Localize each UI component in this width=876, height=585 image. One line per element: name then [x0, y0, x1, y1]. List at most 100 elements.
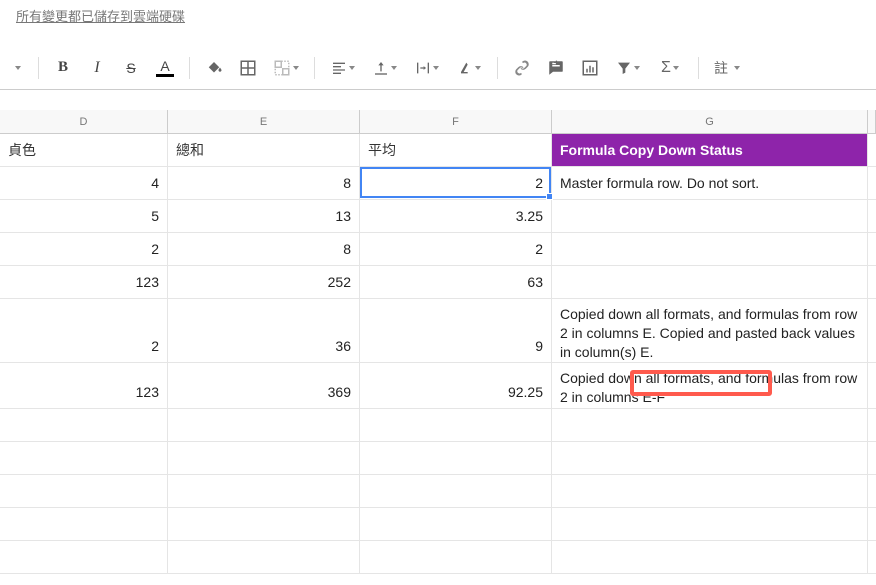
insert-comment-button[interactable]: [540, 52, 572, 84]
table-row: [0, 409, 876, 442]
cell[interactable]: [360, 475, 552, 507]
col-header-d[interactable]: D: [0, 110, 168, 133]
cell[interactable]: [360, 508, 552, 540]
cell[interactable]: 123: [0, 266, 168, 298]
toolbar-separator: [314, 57, 315, 79]
cell[interactable]: [552, 475, 868, 507]
zoom-dropdown[interactable]: [4, 52, 30, 84]
cell[interactable]: [868, 233, 876, 265]
table-row: 123 252 63: [0, 266, 876, 299]
cell[interactable]: 369: [168, 363, 360, 408]
fill-color-button[interactable]: [198, 52, 230, 84]
cell[interactable]: 9: [360, 299, 552, 362]
cell[interactable]: 92.25: [360, 363, 552, 408]
cell[interactable]: 252: [168, 266, 360, 298]
toolbar-separator: [189, 57, 190, 79]
cell[interactable]: [868, 508, 876, 540]
cell[interactable]: [552, 541, 868, 573]
table-row: [0, 508, 876, 541]
cell[interactable]: 5: [0, 200, 168, 232]
cell[interactable]: 36: [168, 299, 360, 362]
functions-button[interactable]: Σ: [650, 52, 690, 84]
cell[interactable]: [868, 442, 876, 474]
toolbar: B I S A Σ: [0, 46, 876, 90]
cell[interactable]: 2: [0, 233, 168, 265]
toolbar-separator: [497, 57, 498, 79]
cell[interactable]: 總和: [168, 134, 360, 166]
cell[interactable]: [868, 266, 876, 298]
col-header-e[interactable]: E: [168, 110, 360, 133]
cell[interactable]: [0, 508, 168, 540]
cell[interactable]: [552, 266, 868, 298]
cell[interactable]: Copied down all formats, and formulas fr…: [552, 299, 868, 362]
text-wrap-button[interactable]: [407, 52, 447, 84]
italic-button[interactable]: I: [81, 52, 113, 84]
cell[interactable]: [868, 475, 876, 507]
cell[interactable]: [168, 409, 360, 441]
cell[interactable]: [0, 442, 168, 474]
save-status-link[interactable]: 所有變更都已儲存到雲端硬碟: [16, 6, 185, 25]
cell[interactable]: 2: [0, 299, 168, 362]
cell[interactable]: 3.25: [360, 200, 552, 232]
cell[interactable]: 貞色: [0, 134, 168, 166]
bold-button[interactable]: B: [47, 52, 79, 84]
cell-f2[interactable]: 2: [360, 167, 552, 199]
cell[interactable]: [168, 508, 360, 540]
cell[interactable]: [552, 233, 868, 265]
cell[interactable]: 13: [168, 200, 360, 232]
cell[interactable]: [552, 200, 868, 232]
cell[interactable]: [552, 442, 868, 474]
cell[interactable]: [168, 442, 360, 474]
text-rotation-button[interactable]: [449, 52, 489, 84]
cell[interactable]: [360, 442, 552, 474]
note-label: 註: [714, 58, 728, 78]
vertical-align-button[interactable]: [365, 52, 405, 84]
status-header-cell[interactable]: Formula Copy Down Status: [552, 134, 868, 166]
table-row: 123 369 92.25 Copied down all formats, a…: [0, 363, 876, 409]
cell[interactable]: 2: [360, 233, 552, 265]
cell[interactable]: Master formula row. Do not sort.: [552, 167, 868, 199]
cell[interactable]: [868, 541, 876, 573]
cell[interactable]: [868, 299, 876, 362]
cell[interactable]: [0, 541, 168, 573]
cell[interactable]: [868, 363, 876, 408]
merge-cells-button[interactable]: [266, 52, 306, 84]
cell[interactable]: 8: [168, 233, 360, 265]
cell[interactable]: 4: [0, 167, 168, 199]
cell[interactable]: [168, 475, 360, 507]
cell[interactable]: 平均: [360, 134, 552, 166]
note-dropdown[interactable]: 註: [707, 52, 747, 84]
col-header-rest[interactable]: [868, 110, 876, 133]
table-header-row: 貞色 總和 平均 Formula Copy Down Status: [0, 134, 876, 167]
table-row: [0, 442, 876, 475]
horizontal-align-button[interactable]: [323, 52, 363, 84]
cell[interactable]: [552, 508, 868, 540]
cell[interactable]: [552, 409, 868, 441]
cell[interactable]: 8: [168, 167, 360, 199]
cell[interactable]: [168, 541, 360, 573]
table-row: 2 36 9 Copied down all formats, and form…: [0, 299, 876, 363]
cell[interactable]: [0, 475, 168, 507]
table-row: 4 8 2 Master formula row. Do not sort.: [0, 167, 876, 200]
cell[interactable]: [868, 200, 876, 232]
borders-button[interactable]: [232, 52, 264, 84]
spreadsheet-grid[interactable]: D E F G 貞色 總和 平均 Formula Copy Down Statu…: [0, 110, 876, 585]
text-color-button[interactable]: A: [149, 52, 181, 84]
cell[interactable]: [868, 409, 876, 441]
cell[interactable]: 123: [0, 363, 168, 408]
cell-annotated[interactable]: Copied down all formats, and formulas fr…: [552, 363, 868, 408]
cell[interactable]: [360, 409, 552, 441]
col-header-g[interactable]: G: [552, 110, 868, 133]
cell[interactable]: 63: [360, 266, 552, 298]
cell[interactable]: [868, 167, 876, 199]
strikethrough-button[interactable]: S: [115, 52, 147, 84]
cell[interactable]: [868, 134, 876, 166]
table-row: 5 13 3.25: [0, 200, 876, 233]
insert-link-button[interactable]: [506, 52, 538, 84]
cell[interactable]: [360, 541, 552, 573]
table-row: 2 8 2: [0, 233, 876, 266]
filter-button[interactable]: [608, 52, 648, 84]
cell[interactable]: [0, 409, 168, 441]
insert-chart-button[interactable]: [574, 52, 606, 84]
col-header-f[interactable]: F: [360, 110, 552, 133]
